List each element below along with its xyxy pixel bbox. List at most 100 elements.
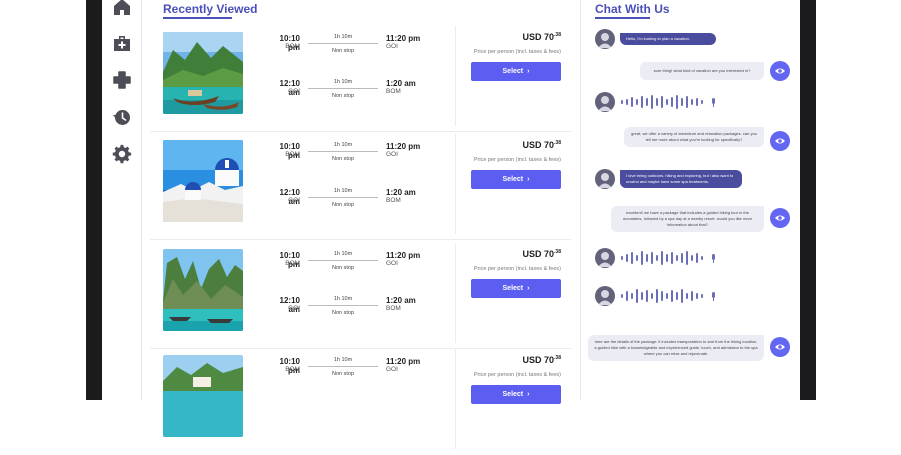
outbound-leg: 10:10 pm BOM 1h 10m Non stop 11:20 pm GO… (266, 357, 436, 387)
device-bezel-right (800, 0, 816, 400)
price-amount: USD 70 (522, 32, 555, 42)
flight-duration: 1h 10m (333, 142, 353, 148)
price: USD 70.38 (470, 32, 561, 42)
voice-message[interactable] (620, 250, 720, 266)
destination-photo[interactable] (163, 140, 243, 222)
user-avatar (595, 169, 615, 189)
home-icon[interactable] (112, 0, 132, 17)
flight-card: 10:10 pm BOM 1h 10m Non stop 11:20 pm GO… (150, 134, 571, 240)
outbound-leg: 10:10 pm BOM 1h 10m Non stop 11:20 pm GO… (266, 142, 436, 172)
sidebar-nav (102, 0, 142, 400)
arrival-time: 11:20 pm (386, 34, 421, 43)
stops-label: Non stop (331, 371, 354, 377)
chevron-right-icon: › (527, 391, 530, 398)
select-button[interactable]: Select › (471, 279, 561, 298)
agent-message: excellent! we have a package that includ… (611, 206, 764, 232)
card-divider (455, 349, 456, 449)
departure-code: GOI (288, 197, 300, 204)
flight-duration: 1h 10m (333, 357, 353, 363)
select-button[interactable]: Select › (471, 385, 561, 404)
departure-code: BOM (285, 151, 300, 158)
stops-label: Non stop (331, 202, 354, 208)
panel-divider (580, 0, 581, 400)
flight-duration: 1h 10m (333, 34, 353, 40)
price-amount: USD 70 (522, 249, 555, 259)
card-divider (455, 243, 456, 343)
arrival-code: GOI (386, 366, 398, 373)
price-cents: .38 (554, 355, 561, 361)
price-note: Price per person (incl. taxes & fees) (473, 372, 561, 378)
bot-eye-icon (770, 61, 790, 81)
arrival-code: GOI (386, 43, 398, 50)
departure-code: BOM (285, 260, 300, 267)
departure-code: GOI (288, 305, 300, 312)
price: USD 70.38 (470, 140, 561, 150)
stops-label: Non stop (331, 265, 354, 271)
price-cents: .38 (554, 32, 561, 38)
price: USD 70.38 (470, 249, 561, 259)
destination-photo[interactable] (163, 32, 243, 114)
route-line (308, 151, 378, 152)
bot-eye-icon (770, 208, 790, 228)
arrival-code: BOM (386, 88, 401, 95)
departure-code: BOM (285, 43, 300, 50)
outbound-leg: 10:10 pm BOM 1h 10m Non stop 11:20 pm GO… (266, 34, 436, 64)
route-line (308, 43, 378, 44)
chevron-right-icon: › (527, 285, 530, 292)
flight-duration: 1h 10m (333, 251, 353, 257)
arrival-time: 1:20 am (386, 188, 416, 197)
flight-duration: 1h 10m (333, 79, 353, 85)
return-leg: 12:10 am GOI 1h 10m Non stop 1:20 am BOM (266, 79, 436, 109)
price-note: Price per person (incl. taxes & fees) (473, 266, 561, 272)
price-note: Price per person (incl. taxes & fees) (473, 49, 561, 55)
flight-card: 10:10 pm BOM 1h 10m Non stop 11:20 pm GO… (150, 243, 571, 349)
user-avatar (595, 286, 615, 306)
plus-icon[interactable] (112, 70, 132, 90)
arrival-code: BOM (386, 305, 401, 312)
destination-photo[interactable] (163, 249, 243, 331)
history-icon[interactable] (112, 107, 132, 127)
chat-title: Chat With Us (595, 2, 670, 16)
price-amount: USD 70 (522, 140, 555, 150)
user-message: I love being outdoors, hiking and explor… (620, 170, 742, 188)
stops-label: Non stop (331, 310, 354, 316)
return-leg: 12:10 am GOI 1h 10m Non stop 1:20 am BOM (266, 296, 436, 326)
agent-message: here are the details of the package: it … (588, 335, 764, 361)
destination-photo[interactable] (163, 355, 243, 437)
outbound-leg: 10:10 pm BOM 1h 10m Non stop 11:20 pm GO… (266, 251, 436, 281)
device-bezel-left (86, 0, 102, 400)
route-line (308, 197, 378, 198)
select-button[interactable]: Select › (471, 62, 561, 81)
price-note: Price per person (incl. taxes & fees) (473, 157, 561, 163)
flight-card: 10:10 pm BOM 1h 10m Non stop 11:20 pm GO… (150, 26, 571, 132)
select-label: Select (502, 176, 524, 183)
select-label: Select (502, 391, 524, 398)
card-divider (455, 26, 456, 126)
chevron-right-icon: › (527, 176, 530, 183)
bot-eye-icon (770, 337, 790, 357)
arrival-time: 1:20 am (386, 79, 416, 88)
agent-message: sure thing! what kind of vacation are yo… (640, 62, 764, 80)
return-leg: 12:10 am GOI 1h 10m Non stop 1:20 am BOM (266, 188, 436, 218)
voice-message[interactable] (620, 288, 720, 304)
stops-label: Non stop (331, 93, 354, 99)
price: USD 70.38 (470, 355, 561, 365)
arrival-code: GOI (386, 260, 398, 267)
departure-code: BOM (285, 366, 300, 373)
voice-message[interactable] (620, 94, 720, 110)
arrival-time: 11:20 pm (386, 357, 421, 366)
price-amount: USD 70 (522, 355, 555, 365)
arrival-time: 11:20 pm (386, 142, 421, 151)
medical-bag-icon[interactable] (112, 33, 132, 53)
select-button[interactable]: Select › (471, 170, 561, 189)
route-line (308, 305, 378, 306)
agent-message: great, we offer a variety of adventure a… (624, 127, 764, 147)
arrival-time: 1:20 am (386, 296, 416, 305)
user-avatar (595, 29, 615, 49)
arrival-code: BOM (386, 197, 401, 204)
arrival-time: 11:20 pm (386, 251, 421, 260)
user-avatar (595, 248, 615, 268)
flight-card: 10:10 pm BOM 1h 10m Non stop 11:20 pm GO… (150, 349, 571, 455)
recently-viewed-title: Recently Viewed (163, 2, 258, 16)
settings-icon[interactable] (112, 144, 132, 164)
